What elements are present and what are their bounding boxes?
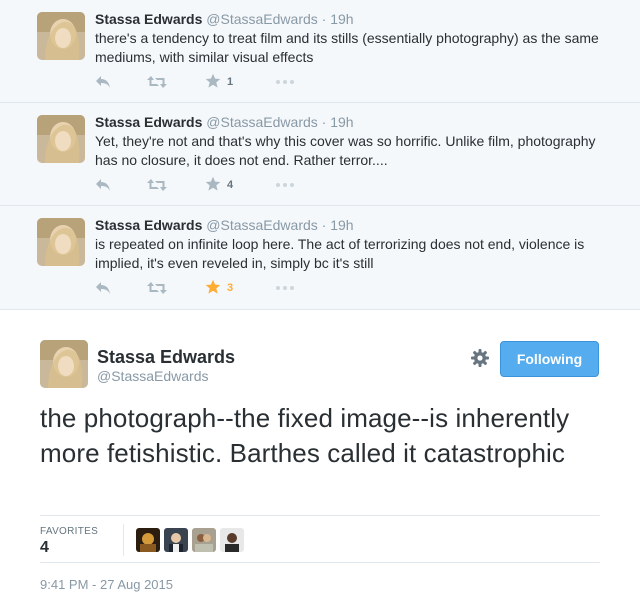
favorites-label: FAVORITES [40, 526, 99, 537]
tweet-text: the photograph--the fixed image--is inhe… [40, 403, 570, 468]
conversation-tweet[interactable]: Stassa Edwards @StassaEdwards · 19h there… [0, 0, 640, 103]
tweet-time[interactable]: 19h [330, 114, 353, 130]
following-button[interactable]: Following [500, 341, 599, 377]
avatar[interactable] [37, 12, 85, 60]
conversation-thread: Stassa Edwards @StassaEdwards · 19h there… [0, 0, 640, 310]
conversation-tweet[interactable]: Stassa Edwards @StassaEdwards · 19h is re… [0, 206, 640, 310]
tweet-time[interactable]: 19h [330, 217, 353, 233]
more-dots-icon[interactable] [275, 73, 295, 91]
main-tweet: Stassa Edwards @StassaEdwards Following … [0, 311, 640, 600]
star-icon [205, 73, 221, 92]
reply-icon[interactable] [95, 176, 111, 194]
author-handle[interactable]: @StassaEdwards [206, 114, 317, 130]
tweet-text: there's a tendency to treat film and its… [95, 30, 599, 65]
favorite-button[interactable]: 4 [205, 176, 233, 194]
more-dots-icon[interactable] [275, 279, 295, 297]
favoriter-avatar[interactable] [164, 528, 188, 552]
separator-dot: · [321, 217, 327, 233]
retweet-icon[interactable] [147, 73, 167, 91]
author-name[interactable]: Stassa Edwards [97, 347, 235, 368]
retweet-icon[interactable] [147, 279, 167, 297]
tweet-text: Yet, they're not and that's why this cov… [95, 133, 596, 168]
author-name[interactable]: Stassa Edwards [95, 11, 202, 27]
stats-divider [123, 524, 124, 556]
gear-icon[interactable] [470, 348, 490, 368]
author-handle[interactable]: @StassaEdwards [206, 11, 317, 27]
reply-icon[interactable] [95, 279, 111, 297]
favorite-count: 4 [227, 179, 234, 191]
author-handle[interactable]: @StassaEdwards [97, 368, 208, 384]
favorite-count: 1 [227, 76, 234, 88]
tweet-timestamp[interactable]: 9:41 PM - 27 Aug 2015 [40, 577, 173, 592]
tweet-header: Stassa Edwards @StassaEdwards · 19h [95, 216, 354, 234]
star-icon [205, 279, 221, 298]
favorite-count: 3 [227, 282, 234, 294]
conversation-tweet[interactable]: Stassa Edwards @StassaEdwards · 19h Yet, … [0, 103, 640, 206]
avatar[interactable] [40, 340, 88, 388]
author-handle[interactable]: @StassaEdwards [206, 217, 317, 233]
favoriter-avatar[interactable] [220, 528, 244, 552]
avatar[interactable] [37, 218, 85, 266]
tweet-header: Stassa Edwards @StassaEdwards · 19h [95, 113, 354, 131]
author-name[interactable]: Stassa Edwards [95, 217, 202, 233]
favorites-count[interactable]: 4 [40, 539, 49, 557]
retweet-icon[interactable] [147, 176, 167, 194]
favoriter-avatar[interactable] [192, 528, 216, 552]
avatar[interactable] [37, 115, 85, 163]
author-name[interactable]: Stassa Edwards [95, 114, 202, 130]
favorite-button[interactable]: 3 [205, 279, 233, 297]
favoriter-avatar[interactable] [136, 528, 160, 552]
star-icon [205, 176, 221, 195]
tweet-header: Stassa Edwards @StassaEdwards · 19h [95, 10, 354, 28]
tweet-text: is repeated on infinite loop here. The a… [95, 236, 585, 271]
more-dots-icon[interactable] [275, 176, 295, 194]
separator-dot: · [321, 11, 327, 27]
tweet-time[interactable]: 19h [330, 11, 353, 27]
favoriters-list [136, 528, 244, 552]
reply-icon[interactable] [95, 73, 111, 91]
separator-dot: · [321, 114, 327, 130]
favorite-button[interactable]: 1 [205, 73, 233, 91]
tweet-stats: FAVORITES 4 [40, 515, 600, 563]
